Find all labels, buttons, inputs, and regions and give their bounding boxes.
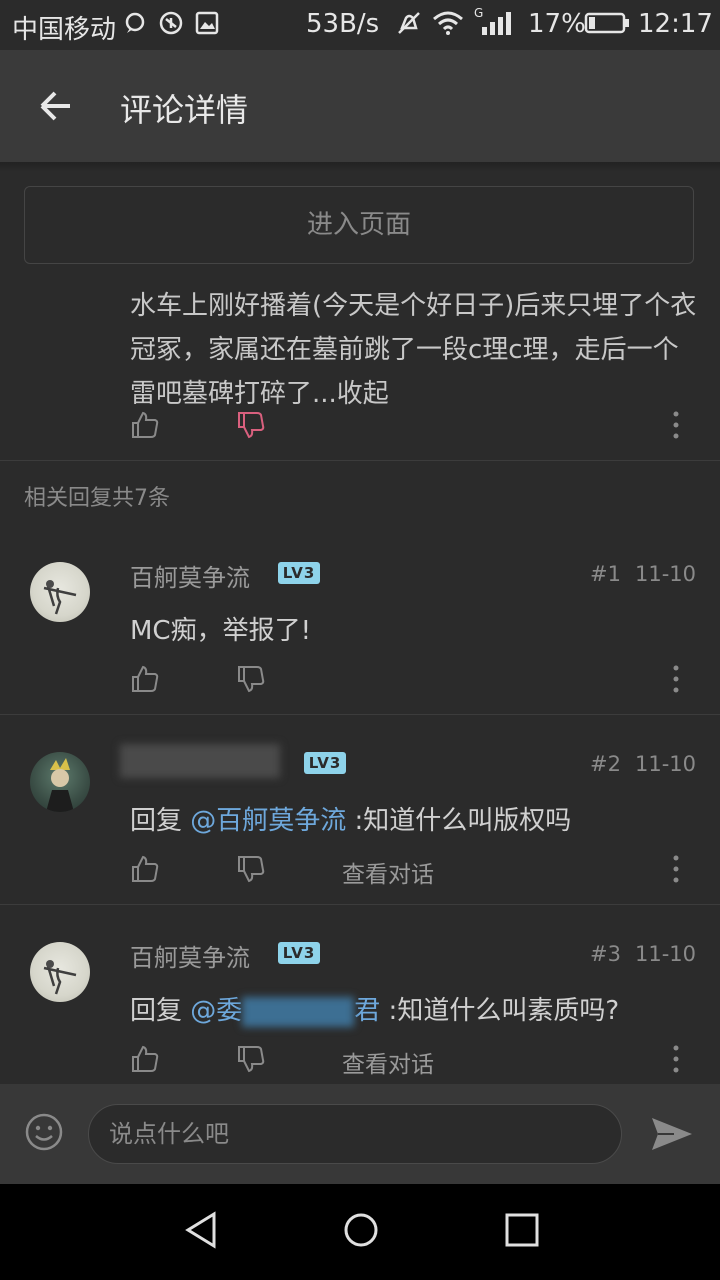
carrier-name: 中国移动 [12,15,117,45]
app-notification-icon [159,11,183,35]
redacted-username [120,744,280,778]
enter-page-button[interactable]: 进入页面 [24,186,694,264]
back-triangle-icon[interactable] [182,1210,222,1250]
reply-prefix: 回复 [130,806,191,836]
thumbs-down-icon[interactable] [236,854,266,884]
more-options-icon[interactable] [672,664,680,694]
avatar[interactable] [30,562,90,622]
page-title: 评论详情 [120,91,249,129]
mention-link[interactable]: @委 君 [190,996,381,1027]
reply-date: 11-10 [634,752,696,776]
mention-end: 君 [354,996,381,1026]
reply-text: 回复 @百舸莫争流 :知道什么叫版权吗 [130,800,571,837]
divider [0,904,720,905]
level-badge: LV3 [278,562,320,584]
recents-square-icon[interactable] [502,1210,542,1250]
view-conversation-link[interactable]: 查看对话 [342,855,434,889]
avatar[interactable] [30,942,90,1002]
battery-percent: 17% [528,9,586,39]
level-badge: LV3 [278,942,320,964]
app-bar: 评论详情 [0,50,720,162]
reply-date: 11-10 [634,942,696,966]
thumbs-up-icon[interactable] [130,1044,160,1074]
username[interactable]: 百舸莫争流 [130,558,250,593]
app-bar-shadow [0,162,720,172]
thumbs-down-icon[interactable] [236,1044,266,1074]
avatar-figure-icon [46,758,74,812]
send-icon[interactable] [650,1114,694,1154]
home-circle-icon[interactable] [341,1210,381,1250]
floor-number: #3 [590,942,621,966]
reply-text: 回复 @委 君 :知道什么叫素质吗? [130,990,619,1027]
main-comment-text: 水车上刚好播着(今天是个好日子)后来只埋了个衣冠冢，家属还在墓前跳了一段c理c理… [130,291,697,409]
mute-icon [398,12,420,34]
view-conversation-link[interactable]: 查看对话 [342,1045,434,1079]
reply-meta: #1 11-10 [576,562,696,586]
mention-link[interactable]: @百舸莫争流 [190,806,346,836]
divider [0,714,720,715]
signal-icon [482,12,511,35]
divider [0,460,720,461]
reply-body: :知道什么叫素质吗? [380,996,620,1026]
thumbs-up-icon[interactable] [130,410,160,440]
reply-body: :知道什么叫版权吗 [346,806,572,836]
comment-input[interactable]: 说点什么吧 [88,1104,622,1164]
thumbs-down-icon[interactable] [236,664,266,694]
replies-count-header: 相关回复共7条 [24,486,170,511]
network-speed: 53B/s [306,9,380,39]
reply-date: 11-10 [634,562,696,586]
reply-meta: #2 11-10 [576,752,696,776]
battery-icon [584,12,629,34]
clock: 12:17 [638,9,713,39]
mention-start: @委 [190,996,243,1026]
more-options-icon[interactable] [672,410,680,440]
floor-number: #1 [590,562,621,586]
redacted-mention [242,996,355,1027]
reply-meta: #3 11-10 [576,942,696,966]
floor-number: #2 [590,752,621,776]
emoji-icon[interactable] [24,1112,64,1152]
more-options-icon[interactable] [672,854,680,884]
avatar-figure-icon [43,960,77,995]
message-icon [125,12,145,33]
more-options-icon[interactable] [672,1044,680,1074]
username[interactable]: 百舸莫争流 [130,938,250,973]
reply-text: MC痴，举报了! [130,616,312,646]
reply-prefix: 回复 [130,996,191,1026]
thumbs-up-icon[interactable] [130,854,160,884]
status-bar: 中国移动 53B/s G 17% 12:17 [0,0,720,50]
avatar-figure-icon [43,580,77,615]
avatar[interactable] [30,752,90,812]
level-badge: LV3 [304,752,346,774]
back-arrow-icon[interactable] [36,86,76,126]
thumbs-down-icon[interactable] [236,410,266,440]
image-icon [195,11,219,35]
wifi-icon [433,11,463,35]
thumbs-up-icon[interactable] [130,664,160,694]
